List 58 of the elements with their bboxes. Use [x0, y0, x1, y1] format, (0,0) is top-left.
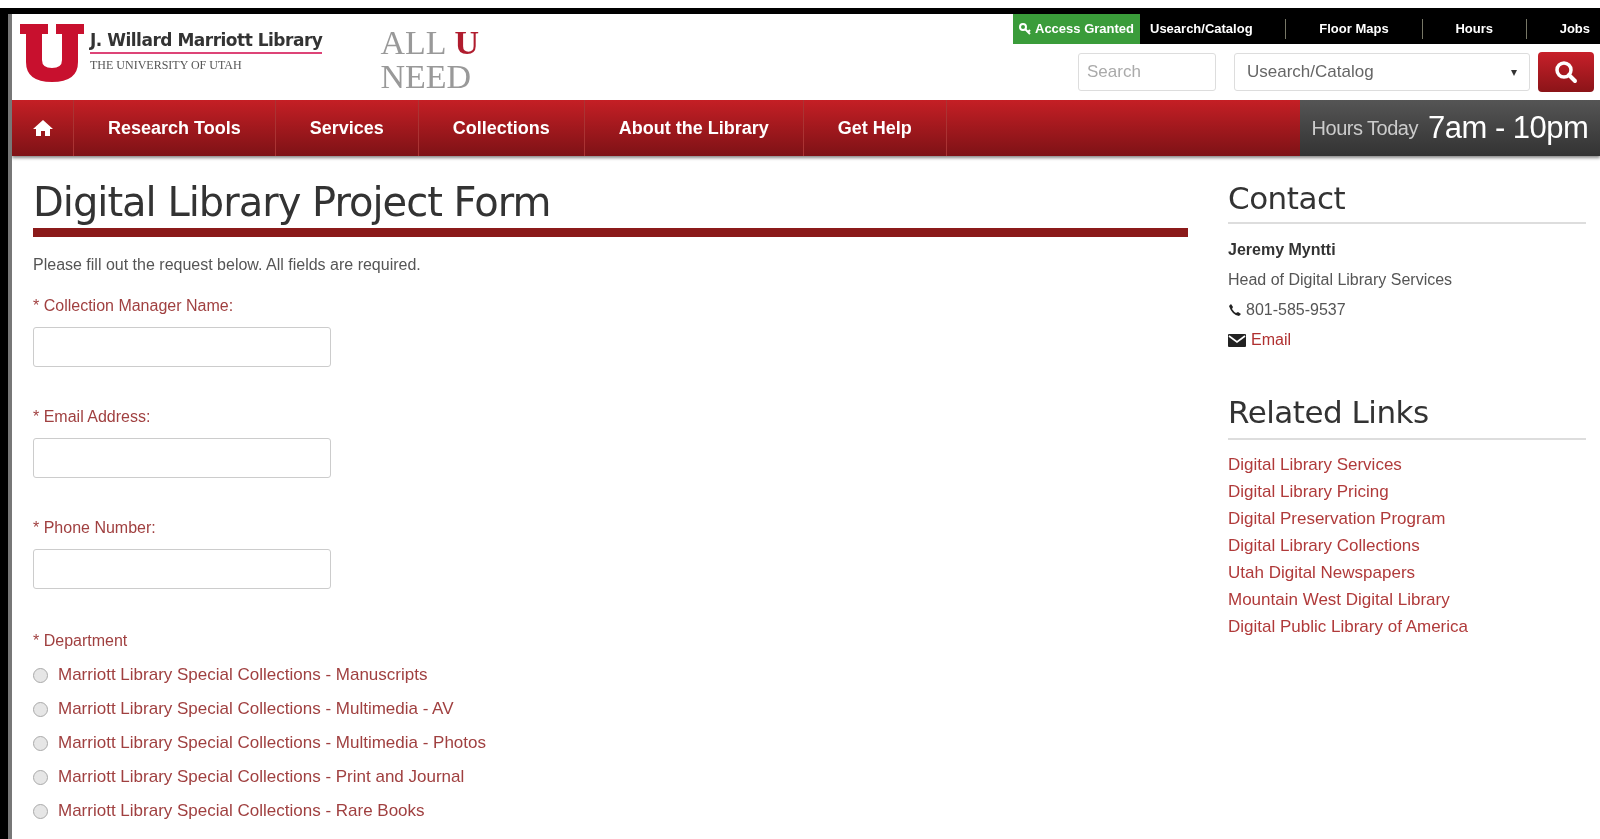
- input-field[interactable]: [33, 327, 331, 367]
- field-label: * Phone Number:: [33, 518, 157, 538]
- contact-role: Head of Digital Library Services: [1228, 270, 1454, 290]
- related-link[interactable]: Digital Public Library of America: [1228, 616, 1586, 638]
- input-field[interactable]: [33, 549, 331, 589]
- field-label: * Department: [33, 631, 129, 651]
- page-title: Digital Library Project Form: [33, 178, 552, 226]
- envelope-icon: [1228, 333, 1246, 347]
- related-link[interactable]: Digital Preservation Program: [1228, 508, 1586, 530]
- related-link[interactable]: Utah Digital Newspapers: [1228, 562, 1586, 584]
- phone-icon: [1228, 303, 1242, 317]
- tagline-text: U: [454, 26, 480, 60]
- top-link[interactable]: Floor Maps: [1319, 19, 1389, 39]
- radio-label: Marriott Library Special Collections - Multimedia - Photos: [58, 733, 486, 753]
- search-icon: [1554, 60, 1578, 84]
- university-name: THE UNIVERSITY OF UTAH: [90, 57, 243, 75]
- section-heading: Related Links: [1228, 393, 1430, 432]
- home-icon: [31, 119, 54, 137]
- radio-label: Marriott Library Special Collections - Print and Journal: [58, 767, 465, 787]
- radio-label: Marriott Library Special Collections - Manuscripts: [58, 665, 428, 685]
- hours-value: 7am - 10pm: [1428, 108, 1589, 147]
- related-link[interactable]: Digital Library Services: [1228, 454, 1586, 476]
- section-heading: Contact: [1228, 179, 1347, 218]
- email-link[interactable]: Email: [1251, 328, 1291, 352]
- nav-item[interactable]: Collections: [418, 100, 585, 156]
- tagline-text: ALL: [380, 26, 447, 60]
- radio-button[interactable]: [33, 701, 48, 717]
- nav-item[interactable]: Get Help: [803, 100, 947, 156]
- university-logo-icon: [20, 24, 84, 82]
- field-label: * Email Address:: [33, 407, 152, 427]
- related-link[interactable]: Digital Library Pricing: [1228, 481, 1586, 503]
- nav-item[interactable]: About the Library: [584, 100, 804, 156]
- radio-label: Marriott Library Special Collections - Rare Books: [58, 801, 425, 821]
- field-label: * Collection Manager Name:: [33, 296, 235, 316]
- input-field[interactable]: [33, 438, 331, 478]
- top-link[interactable]: Usearch/Catalog: [1150, 19, 1253, 39]
- related-link[interactable]: Digital Library Collections: [1228, 535, 1586, 557]
- search-field[interactable]: Search: [1078, 53, 1216, 91]
- top-link[interactable]: Jobs: [1559, 19, 1590, 39]
- top-link[interactable]: Hours: [1455, 19, 1493, 39]
- radio-label: Marriott Library Special Collections - Multimedia - AV: [58, 699, 454, 719]
- related-link[interactable]: Mountain West Digital Library: [1228, 589, 1586, 611]
- tagline-text: NEED: [380, 60, 473, 94]
- nav-item[interactable]: Services: [275, 100, 419, 156]
- scope-select[interactable]: Usearch/Catalog ▾: [1234, 53, 1530, 91]
- nav-item[interactable]: Research Tools: [74, 100, 276, 156]
- search-button[interactable]: [1538, 52, 1594, 92]
- radio-button[interactable]: [33, 803, 48, 819]
- key-icon: [1019, 23, 1031, 35]
- radio-button[interactable]: [33, 667, 48, 683]
- contact-name: Jeremy Myntti: [1228, 240, 1337, 260]
- contact-phone: 801-585-9537: [1246, 300, 1346, 320]
- radio-button[interactable]: [33, 735, 48, 751]
- form-intro: Please fill out the request below. All fields are required.: [33, 255, 422, 275]
- library-name: J. Willard Marriott Library: [90, 30, 323, 55]
- radio-button[interactable]: [33, 769, 48, 785]
- hours-label: Hours Today: [1311, 116, 1418, 141]
- access-badge: Access Granted: [1013, 14, 1140, 44]
